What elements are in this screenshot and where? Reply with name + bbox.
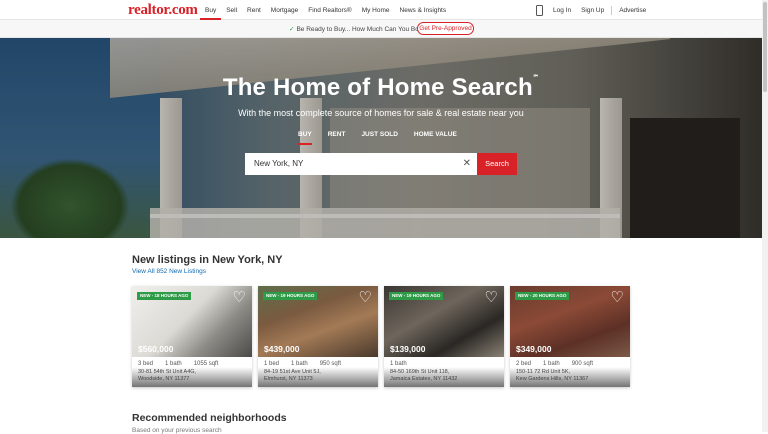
hero-title: The Home of Home Search℠: [0, 74, 762, 102]
nav-sell[interactable]: Sell: [221, 0, 242, 20]
heart-icon[interactable]: ♡: [611, 290, 624, 305]
tab-buy[interactable]: BUY: [298, 131, 312, 145]
tab-just-sold[interactable]: JUST SOLD: [361, 131, 397, 145]
search-box: ✕: [245, 153, 477, 175]
sqft: 1055 sqft: [193, 361, 219, 367]
heart-icon[interactable]: ♡: [359, 290, 372, 305]
listing-facts: 1 bed 1 bath 950 sqft: [264, 361, 353, 367]
heart-icon[interactable]: ♡: [485, 290, 498, 305]
advertise-link[interactable]: Advertise: [614, 7, 651, 14]
recommended-neighborhoods-title: Recommended neighborhoods: [132, 412, 287, 424]
nav-find-realtors[interactable]: Find Realtors®: [303, 0, 356, 20]
listing-price: $349,000: [516, 344, 552, 354]
baths: 1 bath: [390, 361, 407, 367]
new-listing-badge: NEW - 19 HOURS AGO: [389, 292, 444, 300]
beds: 3 bed: [138, 361, 154, 367]
new-listing-badge: NEW - 19 HOURS AGO: [263, 292, 318, 300]
listing-card[interactable]: NEW - 18 HOURS AGO ♡ $560,000 3 bed 1 bat…: [132, 286, 252, 387]
logo-text: realtor.com: [128, 2, 198, 18]
nav-buy[interactable]: Buy: [200, 0, 222, 20]
listing-address-line2: Kew Gardens Hills, NY 11367: [516, 376, 589, 382]
hero-title-text: The Home of Home Search: [222, 74, 533, 101]
top-navigation-bar: realtor.com Buy Sell Rent Mortgage Find …: [0, 0, 762, 20]
listing-address-line1: 150-11 72 Rd Unit 5K,: [516, 369, 571, 375]
hero-subtitle: With the most complete source of homes f…: [238, 108, 524, 118]
scrollbar-thumb[interactable]: [763, 2, 767, 92]
promo-bar: ✓ Be Ready to Buy... How Much Can You Bor…: [0, 20, 762, 38]
tab-home-value[interactable]: HOME VALUE: [414, 131, 457, 145]
signup-link[interactable]: Sign Up: [576, 7, 609, 14]
baths: 1 bath: [291, 361, 308, 367]
service-mark: ℠: [532, 75, 540, 81]
listing-card[interactable]: NEW - 20 HOURS AGO ♡ $349,000 2 bed 1 bat…: [510, 286, 630, 387]
mobile-app-icon[interactable]: [536, 5, 543, 16]
promo-message: Be Ready to Buy... How Much Can You Borr…: [296, 26, 436, 33]
beds: 2 bed: [516, 361, 532, 367]
listing-address-line2: Woodside, NY 11377: [138, 376, 190, 382]
listing-card[interactable]: NEW - 19 HOURS AGO ♡ $139,000 1 bath 84-…: [384, 286, 504, 387]
listing-facts: 1 bath: [390, 361, 419, 367]
nav-rent[interactable]: Rent: [242, 0, 266, 20]
baths: 1 bath: [165, 361, 182, 367]
heart-icon[interactable]: ♡: [233, 290, 246, 305]
listing-price: $560,000: [138, 344, 174, 354]
view-all-listings-link[interactable]: View All 852 New Listings: [132, 268, 206, 275]
listing-address-line1: 84-19 51st Ave Unit 5J,: [264, 369, 321, 375]
sqft: 950 sqft: [319, 361, 342, 367]
location-search-input[interactable]: [254, 159, 454, 168]
recommended-subtitle: Based on your previous search: [132, 427, 222, 434]
main-nav: Buy Sell Rent Mortgage Find Realtors® My…: [200, 0, 451, 20]
new-listing-badge: NEW - 18 HOURS AGO: [137, 292, 192, 300]
listing-address-line2: Elmhurst, NY 11373: [264, 376, 313, 382]
clear-icon[interactable]: ✕: [463, 158, 471, 170]
realtor-logo[interactable]: realtor.com: [128, 2, 198, 19]
search-button[interactable]: Search: [477, 153, 517, 175]
beds: 1 bed: [264, 361, 280, 367]
listing-facts: 2 bed 1 bath 900 sqft: [516, 361, 605, 367]
listing-address-line1: 84-50 169th St Unit 118,: [390, 369, 450, 375]
listing-facts: 3 bed 1 bath 1055 sqft: [138, 361, 230, 367]
listing-address-line1: 30-81 54th St Unit A4G,: [138, 369, 197, 375]
new-listings-title: New listings in New York, NY: [132, 254, 283, 266]
listing-address-line2: Jamaica Estates, NY 11432: [390, 376, 458, 382]
sqft: 900 sqft: [571, 361, 594, 367]
listing-price: $439,000: [264, 344, 300, 354]
get-pre-approved-button[interactable]: Get Pre-Approved: [417, 22, 474, 35]
nav-news-insights[interactable]: News & Insights: [395, 0, 452, 20]
nav-mortgage[interactable]: Mortgage: [266, 0, 303, 20]
nav-divider: [611, 5, 613, 15]
account-nav: Log In Sign Up Advertise: [548, 0, 651, 20]
nav-my-home[interactable]: My Home: [357, 0, 395, 20]
hero-banner: The Home of Home Search℠ With the most c…: [0, 38, 762, 238]
search-type-tabs: BUY RENT JUST SOLD HOME VALUE: [290, 131, 465, 145]
promo-text: ✓ Be Ready to Buy... How Much Can You Bor…: [289, 25, 435, 33]
new-listing-badge: NEW - 20 HOURS AGO: [515, 292, 570, 300]
baths: 1 bath: [543, 361, 560, 367]
tab-rent[interactable]: RENT: [328, 131, 346, 145]
login-link[interactable]: Log In: [548, 7, 576, 14]
listing-price: $139,000: [390, 344, 426, 354]
listing-card[interactable]: NEW - 19 HOURS AGO ♡ $439,000 1 bed 1 bat…: [258, 286, 378, 387]
check-icon: ✓: [289, 26, 295, 33]
